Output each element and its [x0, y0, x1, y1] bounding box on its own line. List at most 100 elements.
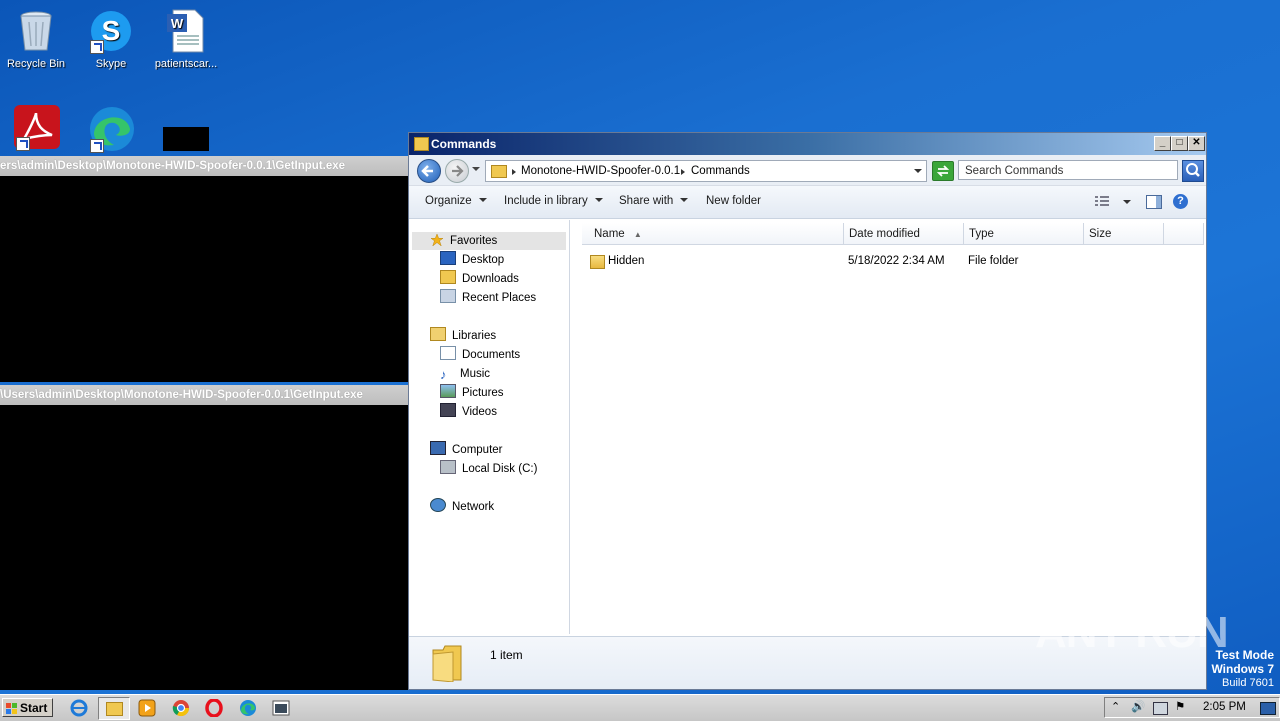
- recent-pages-chevron-icon[interactable]: [472, 167, 480, 171]
- nav-recent-places[interactable]: Recent Places: [440, 289, 536, 307]
- column-label: Name: [594, 228, 625, 240]
- close-button[interactable]: ✕: [1188, 136, 1205, 151]
- column-header-date[interactable]: Date modified: [844, 223, 964, 245]
- refresh-icon: [936, 165, 950, 177]
- nav-label: Recent Places: [462, 292, 537, 304]
- local-disk-icon: [440, 460, 456, 474]
- share-with-menu[interactable]: Share with: [619, 195, 689, 207]
- console-window-2[interactable]: \Users\admin\Desktop\Monotone-HWID-Spoof…: [0, 385, 408, 690]
- test-mode-text: Test Mode Windows 7 Build 7601: [1211, 648, 1274, 690]
- search-input[interactable]: Search Commands: [958, 160, 1178, 180]
- nav-label: Local Disk (C:): [462, 463, 538, 475]
- console-taskbar-icon[interactable]: [272, 699, 290, 717]
- nav-favorites[interactable]: Favorites: [412, 232, 566, 250]
- folder-icon: [414, 137, 429, 151]
- breadcrumb-item[interactable]: Monotone-HWID-Spoofer-0.0.1: [521, 161, 680, 181]
- help-icon[interactable]: ?: [1173, 194, 1188, 209]
- include-in-library-menu[interactable]: Include in library: [504, 195, 603, 207]
- address-field[interactable]: Monotone-HWID-Spoofer-0.0.1 Commands: [485, 160, 927, 182]
- back-arrow-icon: [421, 165, 433, 177]
- skype-icon: S: [88, 8, 134, 54]
- desktop-icon-recycle-bin[interactable]: Recycle Bin: [0, 8, 72, 70]
- build-line: Build 7601: [1222, 677, 1274, 689]
- explorer-titlebar[interactable]: Commands _ □ ✕: [409, 133, 1206, 155]
- nav-label: Videos: [462, 406, 497, 418]
- organize-label: Organize: [425, 195, 472, 207]
- view-options-icon[interactable]: [1095, 196, 1109, 208]
- folder-icon: [106, 702, 123, 716]
- maximize-button[interactable]: □: [1171, 136, 1188, 151]
- nav-computer[interactable]: Computer: [430, 441, 503, 459]
- edge-desktop-icon[interactable]: [88, 105, 136, 153]
- nav-libraries[interactable]: Libraries: [430, 327, 496, 345]
- chevron-down-icon: [594, 198, 603, 202]
- column-header-name[interactable]: Name ▲: [582, 223, 844, 245]
- organize-menu[interactable]: Organize: [425, 195, 487, 207]
- watermark-brand: ANY RUN: [1035, 608, 1229, 657]
- forward-arrow-icon: [452, 165, 464, 177]
- preview-pane-icon[interactable]: [1146, 195, 1162, 209]
- nav-label: Pictures: [462, 387, 504, 399]
- address-dropdown-icon[interactable]: [914, 169, 922, 173]
- network-tray-icon[interactable]: [1153, 702, 1168, 715]
- nav-music[interactable]: ♪ Music: [440, 365, 490, 383]
- test-mode-line: Test Mode: [1215, 648, 1274, 662]
- column-header-size[interactable]: Size: [1084, 223, 1164, 245]
- column-label: Size: [1089, 228, 1112, 240]
- nav-label: Documents: [462, 349, 521, 361]
- item-count: 1 item: [490, 648, 523, 662]
- internet-explorer-icon[interactable]: [70, 699, 88, 717]
- breadcrumb-separator-icon[interactable]: [681, 169, 685, 175]
- edge-icon[interactable]: [239, 699, 257, 717]
- folder-large-icon: [431, 644, 463, 683]
- show-hidden-icons-icon[interactable]: ⌃: [1111, 698, 1120, 717]
- nav-label: Music: [460, 368, 491, 380]
- explorer-taskbar-button[interactable]: [98, 697, 130, 720]
- minimize-button[interactable]: _: [1154, 136, 1171, 151]
- explorer-window[interactable]: Commands _ □ ✕ Monotone-HWID-Spoofer-0.0…: [408, 132, 1207, 690]
- action-center-flag-icon[interactable]: ⚑: [1175, 698, 1185, 717]
- adobe-reader-desktop-icon[interactable]: [14, 105, 60, 151]
- word-document-icon: W: [163, 8, 209, 54]
- nav-label: Favorites: [450, 235, 498, 247]
- desktop-icon-skype[interactable]: S Skype: [75, 8, 147, 70]
- nav-downloads[interactable]: Downloads: [440, 270, 519, 288]
- black-desktop-icon[interactable]: [163, 127, 209, 151]
- recent-places-icon: [440, 289, 456, 303]
- show-desktop-icon[interactable]: [1260, 702, 1276, 715]
- opera-icon[interactable]: [205, 698, 223, 718]
- start-button[interactable]: Start: [2, 698, 53, 717]
- nav-desktop[interactable]: Desktop: [440, 251, 504, 269]
- forward-button[interactable]: [445, 159, 469, 183]
- console-title[interactable]: \Users\admin\Desktop\Monotone-HWID-Spoof…: [0, 385, 408, 405]
- refresh-button[interactable]: [932, 161, 954, 181]
- file-date: 5/18/2022 2:34 AM: [848, 255, 945, 267]
- shortcut-arrow-icon: [90, 40, 104, 54]
- command-bar: Organize Include in library Share with N…: [409, 186, 1206, 219]
- nav-documents[interactable]: Documents: [440, 346, 520, 364]
- videos-icon: [440, 403, 456, 417]
- desktop-icon-word-document[interactable]: W patientscar...: [150, 8, 222, 70]
- console-window-1[interactable]: ers\admin\Desktop\Monotone-HWID-Spoofer-…: [0, 156, 408, 382]
- nav-videos[interactable]: Videos: [440, 403, 497, 421]
- file-row[interactable]: Hidden 5/18/2022 2:34 AM File folder: [582, 251, 1202, 271]
- column-header-type[interactable]: Type: [964, 223, 1084, 245]
- chevron-down-icon: [680, 198, 689, 202]
- chrome-icon[interactable]: [172, 699, 190, 717]
- pictures-icon: [440, 384, 456, 398]
- console-title[interactable]: ers\admin\Desktop\Monotone-HWID-Spoofer-…: [0, 156, 408, 176]
- volume-icon[interactable]: 🔊: [1131, 698, 1145, 717]
- breadcrumb-separator-icon[interactable]: [512, 169, 516, 175]
- nav-network[interactable]: Network: [430, 498, 494, 516]
- new-folder-button[interactable]: New folder: [706, 195, 761, 207]
- nav-local-disk[interactable]: Local Disk (C:): [440, 460, 537, 478]
- search-button[interactable]: [1182, 160, 1204, 182]
- column-label: Date modified: [849, 228, 920, 240]
- breadcrumb-item[interactable]: Commands: [691, 161, 750, 181]
- back-button[interactable]: [417, 159, 441, 183]
- view-dropdown-icon[interactable]: [1123, 200, 1131, 204]
- nav-pictures[interactable]: Pictures: [440, 384, 504, 402]
- network-icon: [430, 498, 446, 512]
- clock[interactable]: 2:05 PM: [1203, 698, 1246, 717]
- media-player-icon[interactable]: [138, 699, 156, 717]
